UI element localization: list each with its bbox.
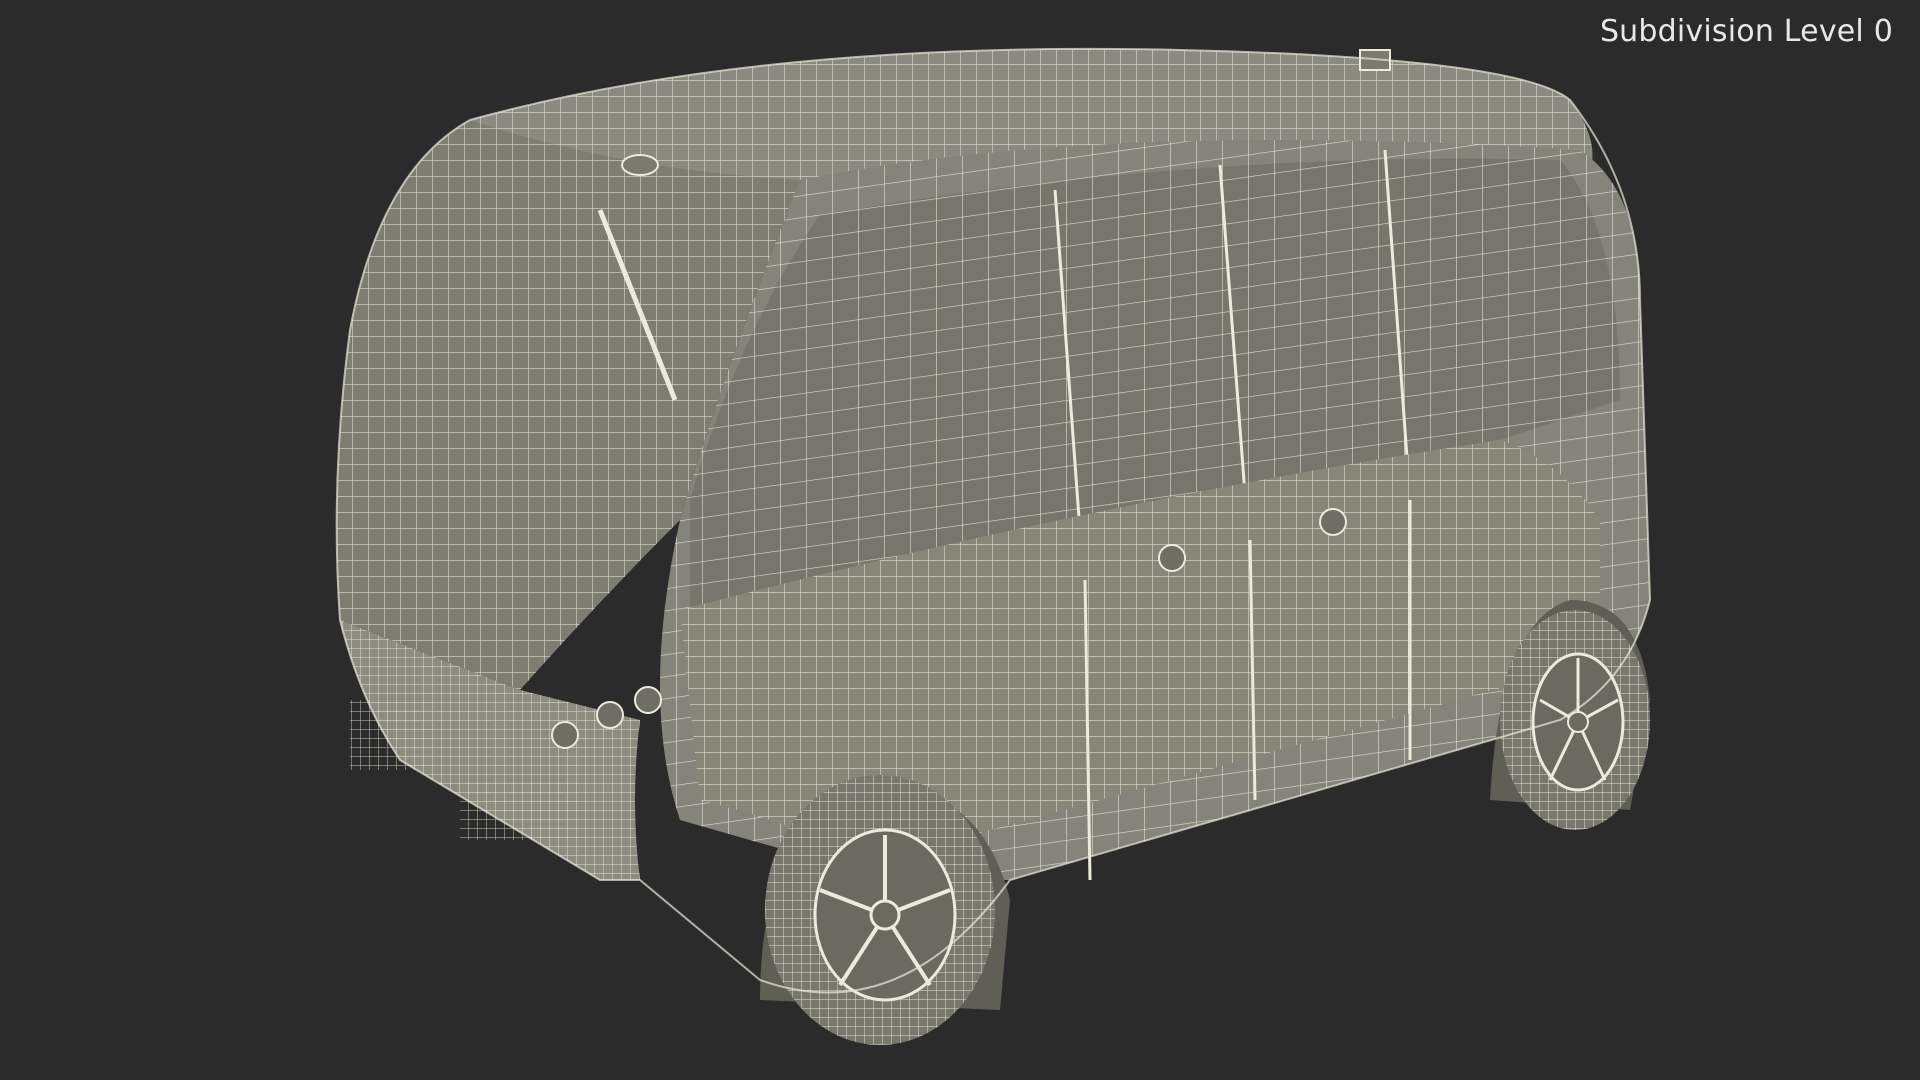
subdivision-level-label: Subdivision Level 0	[1599, 14, 1893, 49]
van-front-wheel	[765, 775, 995, 1045]
render-viewport[interactable]: Subdivision Level 0	[0, 0, 1920, 1080]
van-rear-wheel	[1500, 610, 1650, 830]
van-wireframe-model	[335, 47, 1652, 1045]
